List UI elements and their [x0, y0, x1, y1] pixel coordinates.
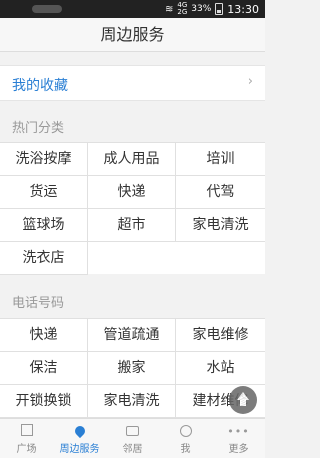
scroll-to-top-button[interactable] [229, 386, 257, 414]
tab-label: 邻居 [122, 444, 143, 455]
hot-category-item[interactable]: 篮球场 [0, 209, 88, 242]
clock: 13:30 [227, 2, 259, 16]
hot-category-item[interactable]: 成人用品 [88, 143, 176, 176]
network-type-2g: 2G [177, 8, 188, 16]
tab-label: 广场 [16, 444, 37, 455]
status-bar: ≋ 4G 2G 33% 13:30 [0, 0, 265, 18]
hot-category-item[interactable]: 货运 [0, 176, 88, 209]
hot-category-item[interactable]: 快递 [88, 176, 176, 209]
hot-category-item[interactable]: 洗浴按摩 [0, 143, 88, 176]
signal-icon: 4G 2G [177, 2, 187, 16]
tab-4[interactable]: ••• 更多 [212, 419, 265, 458]
hot-category-item[interactable]: 超市 [88, 209, 176, 242]
wifi-icon: ≋ [165, 3, 174, 15]
my-favorites-label: 我的收藏 [12, 78, 68, 94]
battery-icon [215, 3, 224, 15]
tab-1[interactable]: 周边服务 [53, 419, 106, 458]
phone-service-item[interactable]: 快递 [0, 319, 88, 352]
tab-label: 更多 [228, 444, 249, 455]
phone-service-item[interactable]: 开锁换锁 [0, 385, 88, 418]
bottom-tab-bar: 广场 周边服务 邻居 我 ••• 更多 [0, 418, 265, 458]
phone-service-item[interactable]: 家电维修 [176, 319, 265, 352]
notification-icons [32, 5, 62, 13]
tab-2[interactable]: 邻居 [106, 419, 159, 458]
page-title: 周边服务 [0, 18, 265, 52]
chevron-right-icon: › [247, 74, 253, 89]
phone-service-item[interactable]: 搬家 [88, 352, 176, 385]
chat-icon [106, 424, 159, 440]
tab-label: 我 [180, 444, 191, 455]
phone-service-item[interactable]: 管道疏通 [88, 319, 176, 352]
location-pin-icon [53, 423, 106, 440]
more-dots-icon: ••• [227, 425, 250, 438]
tab-0[interactable]: 广场 [0, 419, 53, 458]
phone-numbers-grid: 快递 管道疏通 家电维修 保洁 搬家 水站 开锁换锁 家电清洗 建材维修 [0, 318, 265, 418]
phone-numbers-title: 电话号码 [12, 296, 65, 311]
hot-categories-title: 热门分类 [12, 121, 65, 136]
my-favorites-row[interactable]: 我的收藏 › [0, 65, 265, 101]
phone-service-item[interactable]: 保洁 [0, 352, 88, 385]
hot-categories-grid: 洗浴按摩 成人用品 培训货运 快递 代驾篮球场 超市 家电清洗洗衣店 [0, 142, 265, 275]
phone-service-item[interactable]: 水站 [176, 352, 265, 385]
hot-category-item[interactable]: 培训 [176, 143, 265, 176]
hot-category-item[interactable]: 家电清洗 [176, 209, 265, 242]
hot-category-item[interactable]: 代驾 [176, 176, 265, 209]
battery-percent: 33% [191, 4, 212, 14]
hot-category-item[interactable]: 洗衣店 [0, 242, 88, 275]
tab-label: 周边服务 [59, 444, 100, 455]
phone-service-item[interactable]: 家电清洗 [88, 385, 176, 418]
tab-3[interactable]: 我 [159, 419, 212, 458]
person-icon [159, 424, 212, 440]
cube-icon [0, 424, 53, 440]
